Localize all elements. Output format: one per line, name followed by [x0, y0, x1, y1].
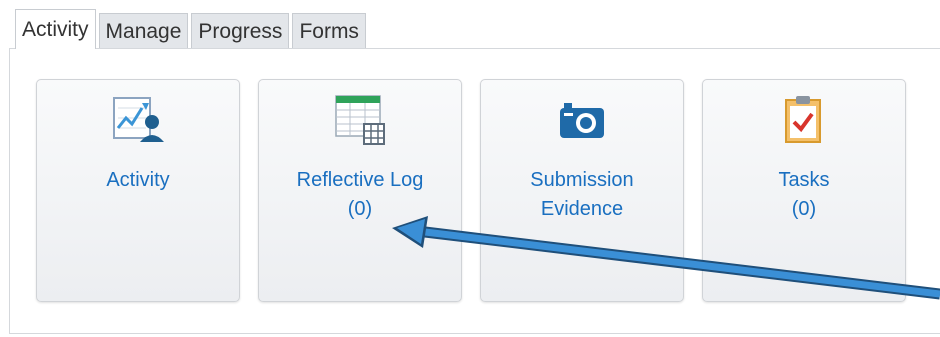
- tab-progress[interactable]: Progress: [191, 13, 290, 49]
- tab-manage[interactable]: Manage: [98, 13, 189, 49]
- tab-bar: Activity Manage Progress Forms: [15, 9, 369, 49]
- reflective-log-tile[interactable]: Reflective Log (0): [258, 79, 462, 302]
- tasks-tile[interactable]: Tasks (0): [702, 79, 906, 302]
- activity-tile[interactable]: Activity: [36, 79, 240, 302]
- chart-person-icon: [37, 94, 239, 154]
- activity-tile-label: Activity: [106, 169, 170, 191]
- clipboard-check-icon: [703, 94, 905, 154]
- spreadsheet-icon: [259, 94, 461, 154]
- camera-icon: [481, 94, 683, 154]
- tasks-tile-label: Tasks (0): [778, 169, 830, 220]
- submission-evidence-tile[interactable]: Submission Evidence: [480, 79, 684, 302]
- submission-evidence-tile-label: Submission Evidence: [530, 169, 634, 220]
- tab-activity[interactable]: Activity: [15, 9, 96, 49]
- reflective-log-tile-label: Reflective Log (0): [296, 169, 424, 220]
- tab-forms[interactable]: Forms: [292, 13, 366, 49]
